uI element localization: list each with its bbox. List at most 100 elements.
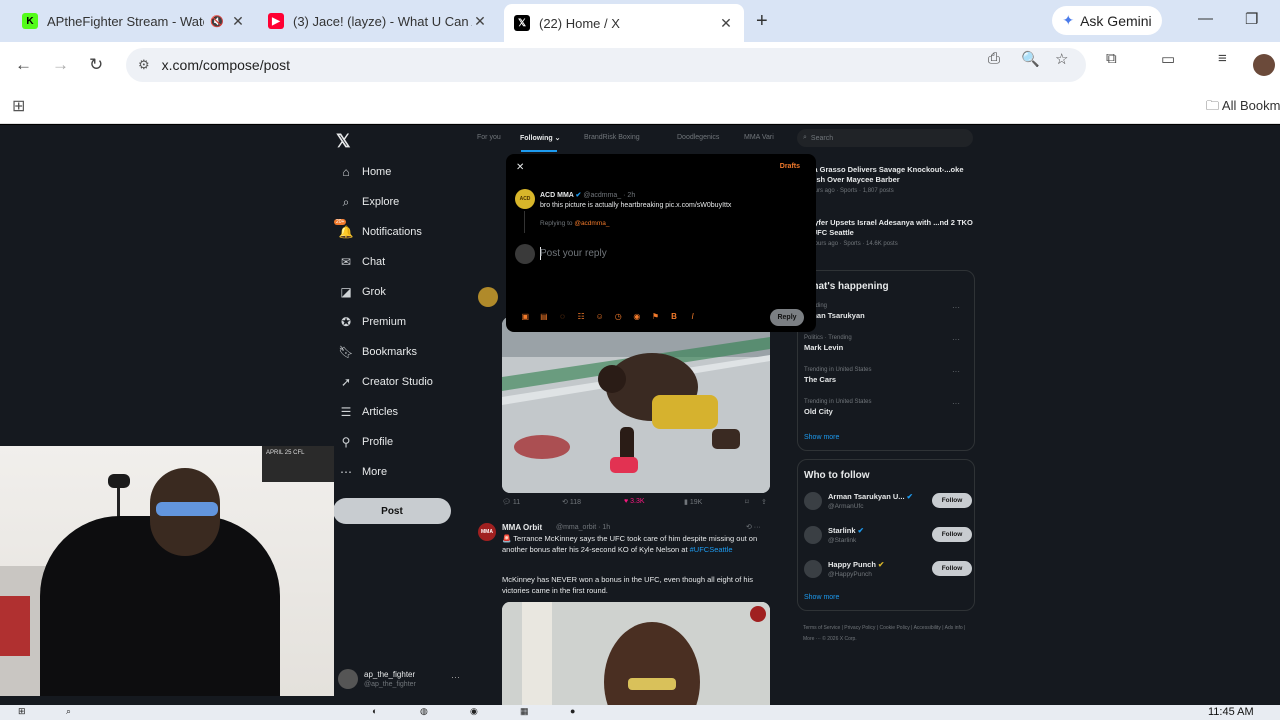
follow-suggestion[interactable]: Starlink ✔ @Starlink Follow [804, 524, 972, 548]
bookmark-icon[interactable]: ⌑ [745, 498, 749, 506]
repost-count[interactable]: ⟲ 118 [562, 498, 581, 506]
app-icon[interactable]: ◍ [420, 706, 428, 717]
headline-item[interactable]: ...Pyfer Upsets Israel Adesanya with ...… [803, 218, 973, 247]
close-icon[interactable]: ✕ [230, 13, 246, 30]
forward-button[interactable]: → [52, 55, 69, 75]
follow-button[interactable]: Follow [932, 493, 972, 508]
minimize-button[interactable]: — [1198, 10, 1213, 27]
new-tab-button[interactable]: + [756, 10, 768, 33]
media-icon[interactable]: ≡ [1218, 50, 1227, 67]
location-icon[interactable]: ◉ [628, 312, 647, 321]
extensions-icon[interactable]: ⧉ [1106, 50, 1117, 67]
reply-count[interactable]: 💬︎ 11 [502, 498, 520, 506]
post-image[interactable] [502, 317, 770, 493]
edge-icon[interactable]: ◐ [372, 706, 377, 716]
trend-item[interactable]: Trending in United States The Cars ··· [804, 367, 964, 384]
tab-youtube[interactable]: ▶ (3) Jace! (layze) - What U Can A ✕ [258, 4, 498, 38]
tab-brandrisk[interactable]: BrandRisk Boxing [584, 134, 640, 141]
more-icon[interactable]: ··· [952, 335, 960, 344]
grok-icon[interactable]: ◌ [553, 312, 572, 321]
suggestion-handle: @Starlink [828, 537, 857, 544]
nav-chat[interactable]: ✉ Chat [338, 249, 385, 275]
taskbar-search-icon[interactable]: ⌕ [66, 706, 71, 717]
emoji-icon[interactable]: ☺ [590, 312, 609, 321]
reply-button[interactable]: Reply [770, 309, 804, 326]
trend-item[interactable]: Trending in United States Old City ··· [804, 399, 964, 416]
poll-icon[interactable]: ☷ [572, 312, 591, 321]
windows-start-icon[interactable]: ⊞ [18, 706, 26, 717]
close-icon[interactable]: ✕ [472, 13, 488, 30]
flag-icon[interactable]: ⚑ [646, 312, 665, 321]
tab-for-you[interactable]: For you [477, 134, 501, 141]
tab-label: Following [520, 135, 553, 142]
post-image[interactable] [502, 602, 770, 705]
nav-premium[interactable]: ✪ Premium [338, 309, 406, 335]
schedule-icon[interactable]: ◷ [609, 312, 628, 321]
reply-modal: ✕ Drafts ACD ACD MMA ✔ @acdmma_ · 2h bro… [506, 154, 816, 332]
replying-handle[interactable]: @acdmma_ [574, 220, 609, 227]
close-icon[interactable]: ✕ [516, 162, 524, 173]
show-more-link[interactable]: Show more [804, 434, 839, 441]
back-button[interactable]: ← [15, 55, 32, 75]
gif-icon[interactable]: ▤ [535, 312, 554, 321]
profile-avatar[interactable] [1253, 54, 1275, 76]
app-icon[interactable]: ▦ [520, 706, 529, 717]
nav-grok[interactable]: ◪ Grok [338, 279, 386, 305]
apps-grid-icon[interactable]: ⊞ [12, 96, 25, 116]
nav-label: Articles [362, 406, 399, 418]
trend-item[interactable]: Politics · Trending Mark Levin ··· [804, 335, 964, 352]
follow-suggestion[interactable]: Happy Punch ✔ @HappyPunch Follow [804, 558, 972, 582]
italic-icon[interactable]: I [683, 312, 702, 321]
trend-item[interactable]: ...ending ...man Tsarukyan ··· [804, 303, 964, 320]
bold-icon[interactable]: B [665, 312, 684, 321]
follow-suggestion[interactable]: Arman Tsarukyan U... ✔ @ArmanUfc Follow [804, 490, 972, 514]
mute-icon[interactable]: 🔇 [210, 15, 224, 28]
tab-stream[interactable]: K APtheFighter Stream - Watc 🔇 ✕ [12, 4, 256, 38]
restore-button[interactable]: ❐ [1245, 10, 1258, 28]
install-icon[interactable]: ⎙ [988, 50, 1000, 67]
more-icon[interactable]: ··· [952, 399, 960, 408]
x-logo-icon[interactable]: 𝕏 [336, 131, 351, 152]
show-more-link[interactable]: Show more [804, 594, 839, 601]
grok-icon[interactable]: ⟲ ··· [746, 523, 761, 531]
nav-creator-studio[interactable]: ➚ Creator Studio [338, 369, 433, 395]
footer-links[interactable]: Terms of Service | Privacy Policy | Cook… [803, 623, 973, 645]
chrome-icon[interactable]: ◉ [470, 706, 478, 717]
nav-explore[interactable]: ⌕ Explore [338, 189, 400, 215]
view-count[interactable]: ▮ 19K [684, 498, 702, 506]
more-icon[interactable]: ··· [952, 367, 960, 376]
star-icon[interactable]: ☆ [1055, 50, 1068, 68]
all-bookmarks[interactable]: 🗀 All Bookm [1206, 97, 1280, 119]
drafts-button[interactable]: Drafts [780, 163, 800, 170]
ask-gemini-button[interactable]: ✦ Ask Gemini [1052, 6, 1162, 35]
close-icon[interactable]: ✕ [718, 15, 734, 32]
zoom-icon[interactable]: 🔍 [1021, 50, 1040, 68]
nav-notifications[interactable]: 🔔 20+ Notifications [334, 219, 422, 245]
share-icon[interactable]: ⇪ [761, 498, 767, 506]
nav-home[interactable]: ⌂ Home [338, 159, 391, 185]
post-button[interactable]: Post [333, 498, 451, 524]
tab-following[interactable]: Following ⌄ [520, 134, 560, 142]
nav-bookmarks[interactable]: 🔖︎ Bookmarks [338, 339, 417, 365]
hashtag-link[interactable]: #UFCSeattle [690, 545, 733, 554]
more-icon[interactable]: ··· [952, 303, 960, 312]
address-bar[interactable]: ⚙ x.com/compose/post [126, 48, 1086, 82]
headline-item[interactable]: ...xa Grasso Delivers Savage Knockout-..… [803, 165, 973, 194]
nav-articles[interactable]: ☰ Articles [338, 399, 398, 425]
nav-more[interactable]: ⋯ More [338, 459, 387, 485]
like-count[interactable]: ♥ 3.3K [624, 498, 645, 505]
tab-doodlegenics[interactable]: Doodlegenics [677, 134, 719, 141]
search-input[interactable]: ⌕ Search [797, 129, 973, 147]
reply-input[interactable]: Post your reply [540, 248, 607, 259]
author-name[interactable]: MMA Orbit [502, 523, 542, 532]
follow-button[interactable]: Follow [932, 527, 972, 542]
reload-button[interactable]: ↻ [89, 55, 103, 75]
media-icon[interactable]: ▣ [516, 312, 535, 321]
site-info-icon[interactable]: ⚙ [138, 57, 150, 73]
nav-profile[interactable]: ⚲ Profile [338, 429, 394, 455]
tab-mma-vari[interactable]: MMA Vari [744, 134, 774, 141]
obs-icon[interactable]: ● [570, 706, 575, 716]
cast-icon[interactable]: ▭ [1161, 50, 1175, 68]
follow-button[interactable]: Follow [932, 561, 972, 576]
tab-x-home[interactable]: 𝕏 (22) Home / X ✕ [504, 4, 744, 42]
